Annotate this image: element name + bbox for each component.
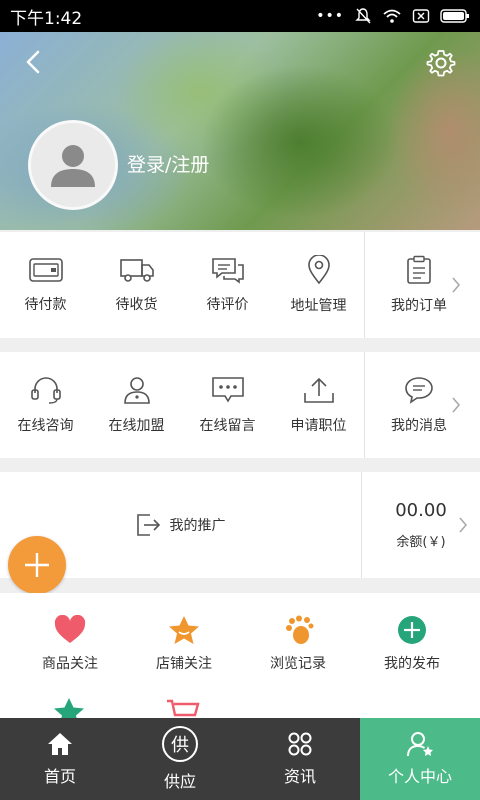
avatar[interactable] <box>28 120 118 210</box>
my-posts-label: 我的发布 <box>384 656 440 672</box>
tab-supply-label: 供应 <box>163 772 196 791</box>
order-pending-payment[interactable]: 待付款 <box>0 232 91 338</box>
my-messages-label: 我的消息 <box>391 418 447 434</box>
status-icons: ••• <box>316 7 470 25</box>
sim-off-icon <box>412 9 430 23</box>
balance[interactable]: 00.00 余额(￥) <box>361 472 480 578</box>
user-silhouette-icon <box>51 145 95 187</box>
wifi-icon <box>383 9 401 23</box>
message-dots-icon <box>211 377 244 403</box>
address-management[interactable]: 地址管理 <box>273 232 364 338</box>
heart-icon <box>54 615 86 643</box>
tab-news[interactable]: 资讯 <box>240 718 360 800</box>
order-pending-receipt-label: 待收货 <box>115 297 158 313</box>
my-promotion-label: 我的推广 <box>169 518 226 534</box>
product-follow[interactable]: 商品关注 <box>13 593 127 673</box>
back-icon[interactable] <box>20 48 48 76</box>
balance-label: 余额(￥) <box>396 535 446 550</box>
plus-circle-icon <box>398 616 426 644</box>
online-join[interactable]: 在线加盟 <box>91 352 182 458</box>
footprints-icon <box>286 615 314 644</box>
login-register-link[interactable]: 登录/注册 <box>127 150 209 177</box>
status-time: 下午1:42 <box>10 8 83 29</box>
speech-bubble-icon <box>405 377 433 404</box>
tab-news-label: 资讯 <box>283 767 316 786</box>
browse-history-label: 浏览记录 <box>270 656 326 672</box>
favorites-panel: 商品关注 店铺关注 浏览记录 我的发布 <box>0 593 480 721</box>
online-message-label: 在线留言 <box>199 418 256 434</box>
home-icon <box>48 733 72 755</box>
orders-panel: 待付款 待收货 待评价 地址管理 我的订单 <box>0 232 480 338</box>
tab-profile[interactable]: 个人中心 <box>360 718 480 800</box>
chat-bubbles-icon <box>211 258 244 284</box>
wallet-icon <box>28 258 63 282</box>
chevron-right-icon <box>452 277 461 293</box>
location-pin-icon <box>307 255 330 285</box>
balance-value: 00.00 <box>395 500 447 521</box>
plus-icon <box>25 553 49 577</box>
status-bar: 下午1:42 ••• <box>0 0 480 32</box>
chevron-right-icon <box>452 397 461 413</box>
shop-follow-label: 店铺关注 <box>156 656 212 672</box>
mute-icon <box>355 8 371 24</box>
online-consult-label: 在线咨询 <box>17 418 74 434</box>
online-join-label: 在线加盟 <box>108 418 165 434</box>
online-message[interactable]: 在线留言 <box>182 352 273 458</box>
order-pending-review[interactable]: 待评价 <box>182 232 273 338</box>
browse-history[interactable]: 浏览记录 <box>241 593 355 673</box>
apply-position[interactable]: 申请职位 <box>273 352 364 458</box>
clipboard-icon <box>407 255 431 284</box>
tab-profile-label: 个人中心 <box>387 767 452 786</box>
battery-icon <box>440 9 469 23</box>
upload-icon <box>303 377 334 403</box>
share-arrow-icon <box>136 514 160 536</box>
supply-icon: 供 <box>162 726 198 762</box>
my-posts[interactable]: 我的发布 <box>355 593 469 673</box>
grid-icon <box>288 732 312 756</box>
headset-icon <box>30 377 61 404</box>
add-button[interactable] <box>8 536 66 594</box>
product-follow-label: 商品关注 <box>42 656 98 672</box>
user-icon <box>123 377 150 404</box>
user-star-icon <box>407 732 433 757</box>
my-orders[interactable]: 我的订单 <box>364 232 473 338</box>
my-orders-label: 我的订单 <box>391 298 447 314</box>
shop-follow[interactable]: 店铺关注 <box>127 593 241 673</box>
profile-header: 登录/注册 <box>0 32 480 230</box>
tab-home[interactable]: 首页 <box>0 718 120 800</box>
promo-panel: 我的推广 00.00 余额(￥) <box>0 472 480 578</box>
my-messages[interactable]: 我的消息 <box>364 352 473 458</box>
services-panel: 在线咨询 在线加盟 在线留言 申请职位 我的消息 <box>0 352 480 458</box>
bottom-tab-bar: 首页 供 供应 资讯 个人中心 <box>0 718 480 800</box>
online-consult[interactable]: 在线咨询 <box>0 352 91 458</box>
order-pending-receipt[interactable]: 待收货 <box>91 232 182 338</box>
address-management-label: 地址管理 <box>290 298 347 314</box>
star-icon <box>169 616 199 644</box>
truck-icon <box>119 259 154 282</box>
tab-supply[interactable]: 供 供应 <box>120 718 240 800</box>
tab-home-label: 首页 <box>43 767 76 786</box>
apply-position-label: 申请职位 <box>290 418 347 434</box>
more-dots-icon: ••• <box>316 8 344 24</box>
order-pending-review-label: 待评价 <box>206 297 249 313</box>
order-pending-payment-label: 待付款 <box>24 297 67 313</box>
cart-icon <box>167 699 200 717</box>
gear-icon[interactable] <box>426 48 456 78</box>
chevron-right-icon <box>459 517 468 533</box>
